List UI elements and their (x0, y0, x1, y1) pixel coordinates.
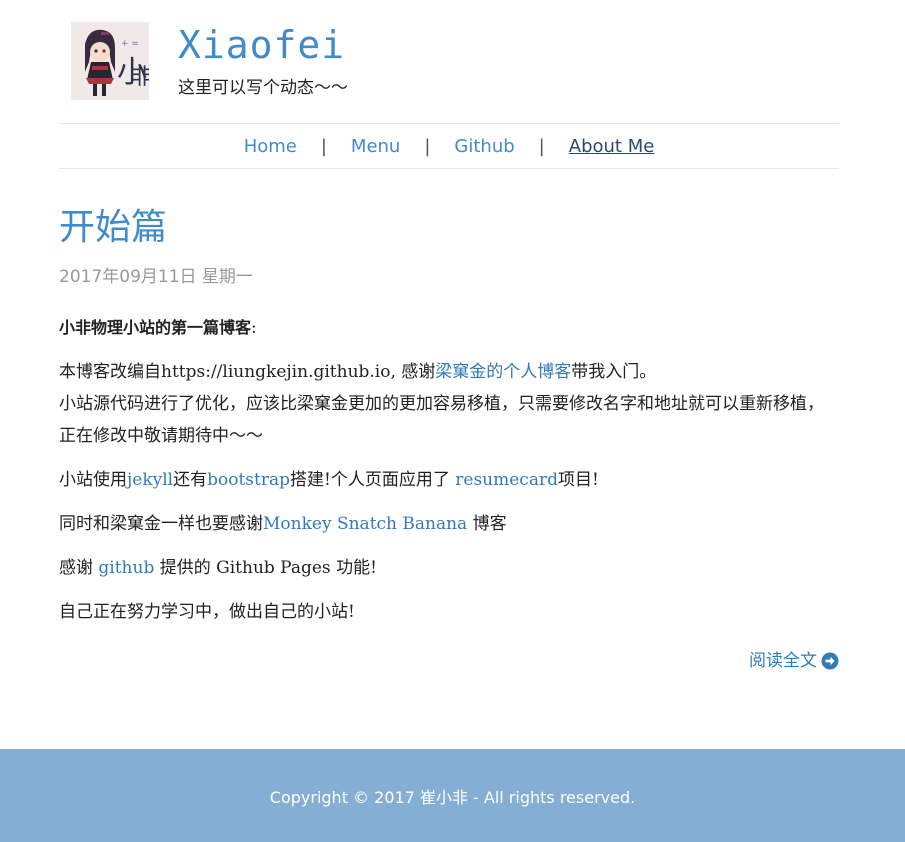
read-more-label: 阅读全文 (749, 651, 817, 671)
nav-separator: | (538, 135, 545, 157)
post-text: 还有 (173, 470, 208, 490)
post-body: 小非物理小站的第一篇博客: 本博客改编自https://liungkejin.g… (59, 312, 839, 640)
post-text: 小站使用 (59, 470, 127, 490)
post-intro-heading: 小非物理小站的第一篇博客 (59, 318, 252, 337)
main-nav: Home | Menu | Github | About Me (59, 123, 839, 169)
post-paragraph: 感谢 github 提供的 Github Pages 功能! (59, 552, 839, 584)
post-text: 博客 (467, 514, 507, 534)
avatar-image: 小 非 + = (71, 22, 149, 100)
svg-text:非: 非 (131, 65, 149, 90)
copyright-text: Copyright © 2017 崔小非 - All rights reserv… (269, 787, 636, 807)
post-paragraph: 自己正在努力学习中，做出自己的小站! (59, 596, 839, 628)
post-text: 带我入门。 (571, 362, 657, 382)
read-more-link[interactable]: 阅读全文 (749, 648, 839, 674)
post-paragraph: 小非物理小站的第一篇博客: (59, 312, 839, 344)
nav-about-me[interactable]: About Me (569, 136, 655, 157)
post-text: 提供的 Github Pages 功能! (154, 558, 377, 578)
link-jekyll[interactable]: jekyll (127, 470, 173, 490)
site-title[interactable]: Xiaofei (178, 22, 345, 68)
post-text: 感谢 (59, 558, 99, 578)
post-date: 2017年09月11日 星期一 (59, 267, 253, 287)
nav-github[interactable]: Github (454, 136, 514, 157)
post-paragraph: 本博客改编自https://liungkejin.github.io, 感谢梁窠… (59, 356, 839, 452)
nav-home[interactable]: Home (244, 136, 297, 157)
link-liangkejin-blog[interactable]: 梁窠金的个人博客 (435, 362, 571, 382)
link-github[interactable]: github (98, 558, 154, 578)
circle-arrow-right-icon (821, 652, 839, 670)
nav-menu[interactable]: Menu (351, 136, 400, 157)
post-paragraph: 同时和梁窠金一样也要感谢Monkey Snatch Banana 博客 (59, 508, 839, 540)
post-paragraph: 小站使用jekyll还有bootstrap搭建!个人页面应用了 resumeca… (59, 464, 839, 496)
site-tagline: 这里可以写个动态～～ (178, 78, 348, 98)
colon-text: : (251, 318, 257, 338)
post-text: 自己正在努力学习中，做出自己的小站! (59, 602, 355, 622)
post-text: 同时和梁窠金一样也要感谢 (59, 514, 263, 534)
post-text: 项目! (557, 470, 599, 490)
link-bootstrap[interactable]: bootstrap (207, 470, 290, 490)
svg-text:+ =: + = (121, 39, 139, 49)
post-text: 搭建!个人页面应用了 (290, 470, 456, 490)
site-footer: Copyright © 2017 崔小非 - All rights reserv… (0, 749, 905, 842)
site-logo[interactable]: 小 非 + = (71, 22, 149, 100)
link-monkey-snatch-banana[interactable]: Monkey Snatch Banana (263, 514, 467, 534)
link-resumecard[interactable]: resumecard (455, 470, 558, 490)
post-text: 本博客改编自https://liungkejin.github.io, 感谢 (59, 362, 436, 382)
post-title[interactable]: 开始篇 (59, 204, 167, 252)
post-text: 小站源代码进行了优化，应该比梁窠金更加的更加容易移植，只需要修改名字和地址就可以… (59, 394, 824, 446)
nav-separator: | (424, 135, 431, 157)
nav-separator: | (320, 135, 327, 157)
